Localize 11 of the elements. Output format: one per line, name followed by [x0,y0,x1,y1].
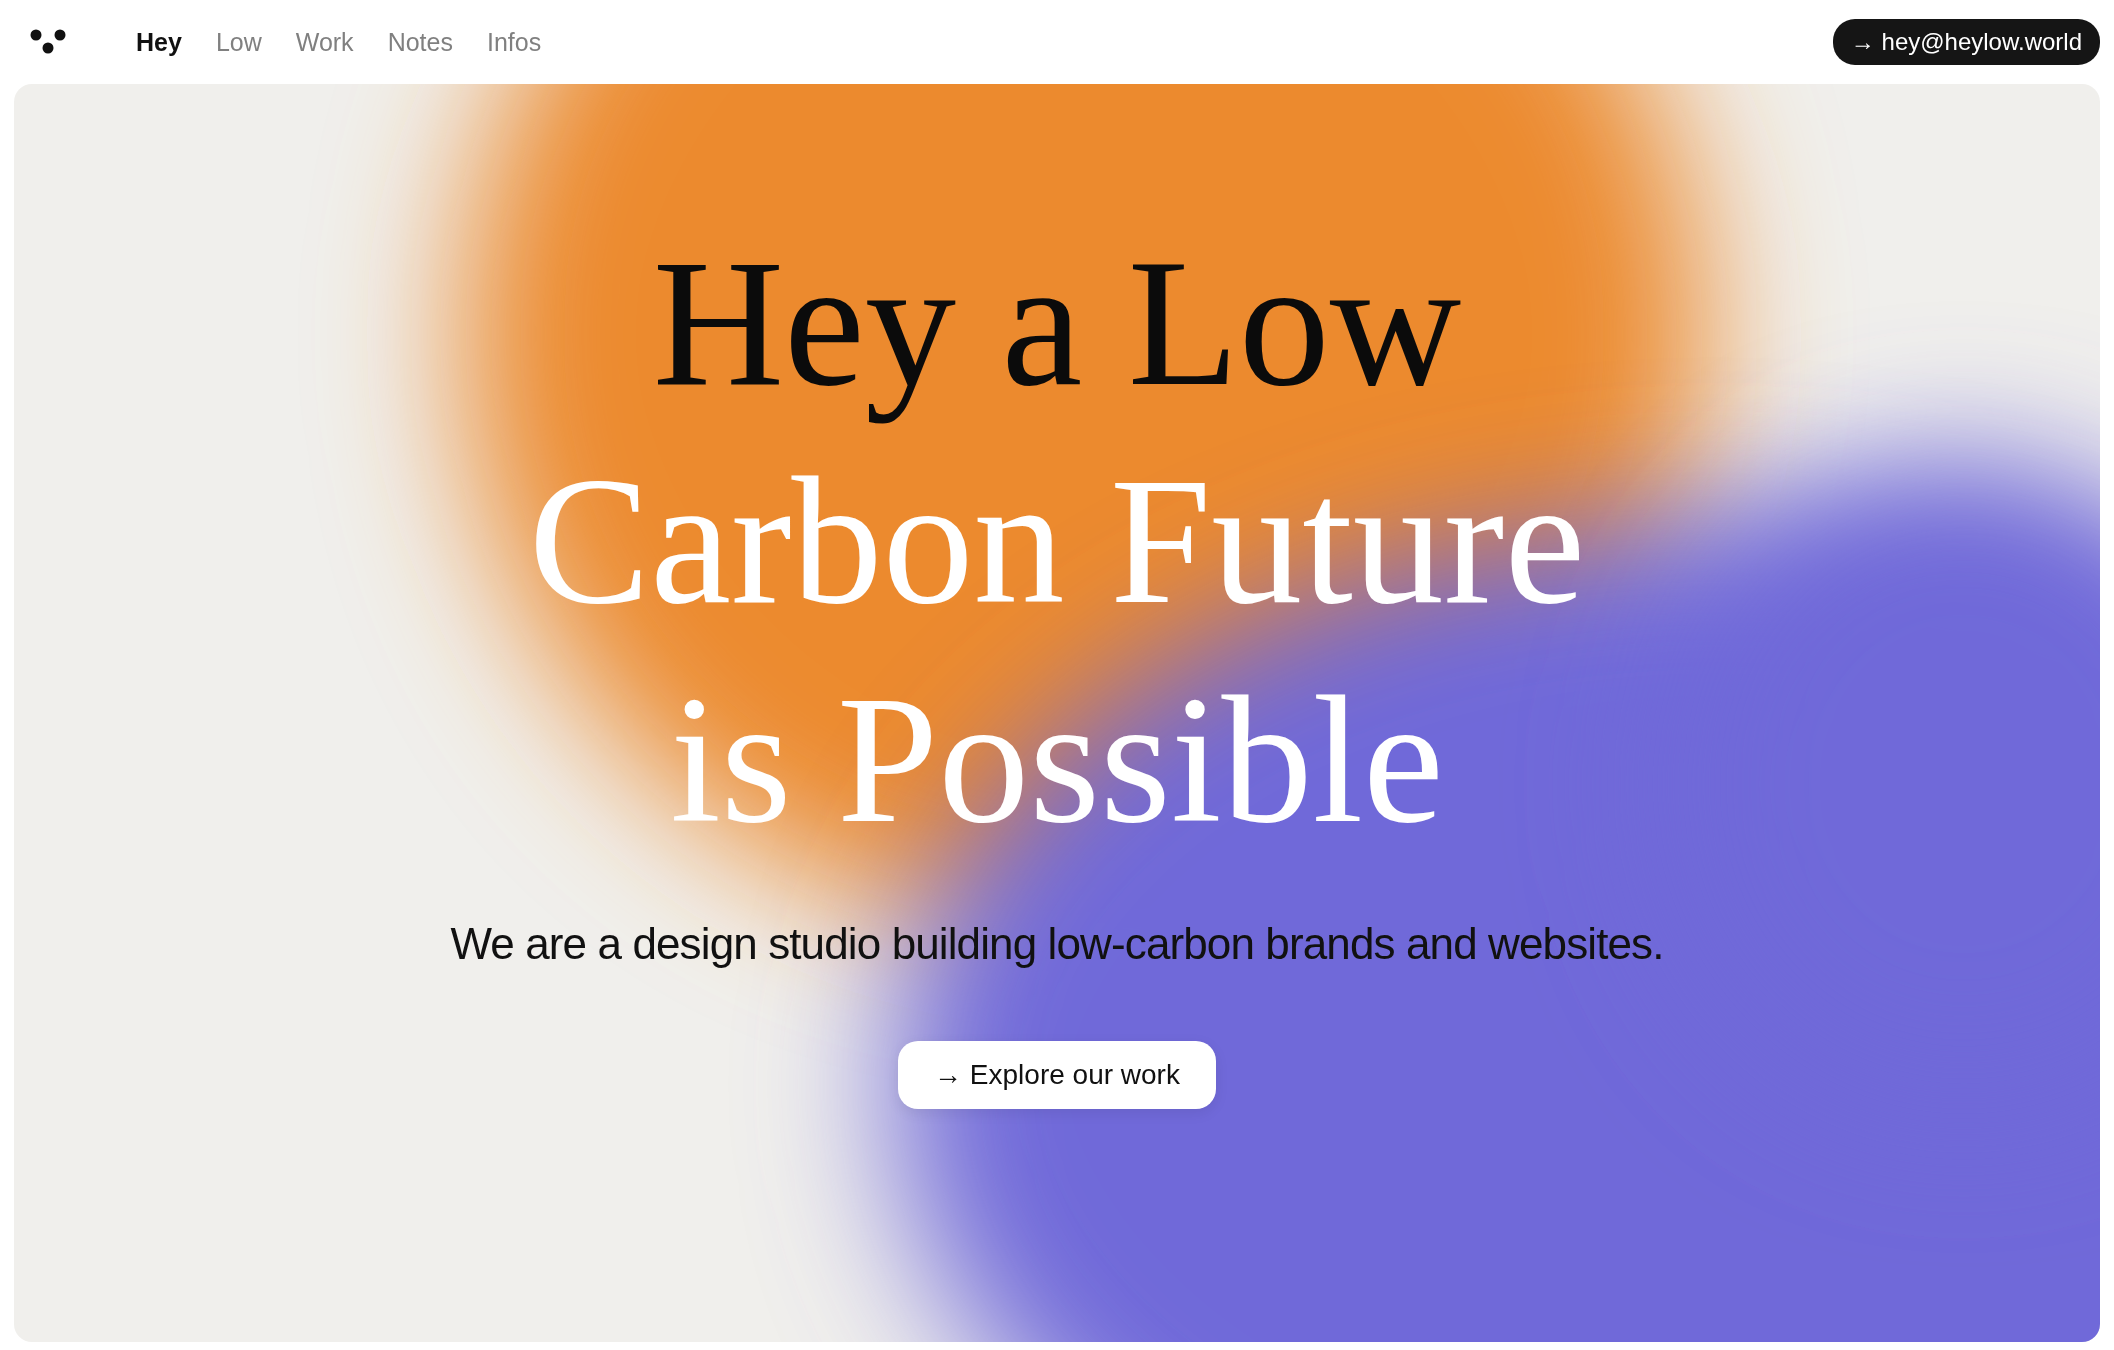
nav-link[interactable]: Work [295,27,354,57]
nav-link[interactable]: Notes [387,27,453,57]
nav-link[interactable]: Hey [136,27,182,57]
headline-line: Carbon Future [527,439,1587,644]
logo-icon[interactable] [30,29,66,55]
nav-link[interactable]: Infos [486,27,542,57]
tagline: We are a design studio building low-carbon brands and websites. [450,919,1664,970]
headline-line: Hey a Low [651,221,1463,426]
nav-link[interactable]: Low [215,27,262,57]
explore-button[interactable]: → Explore our work [898,1041,1216,1110]
email-button[interactable]: → hey@heylow.world [1832,19,2100,65]
